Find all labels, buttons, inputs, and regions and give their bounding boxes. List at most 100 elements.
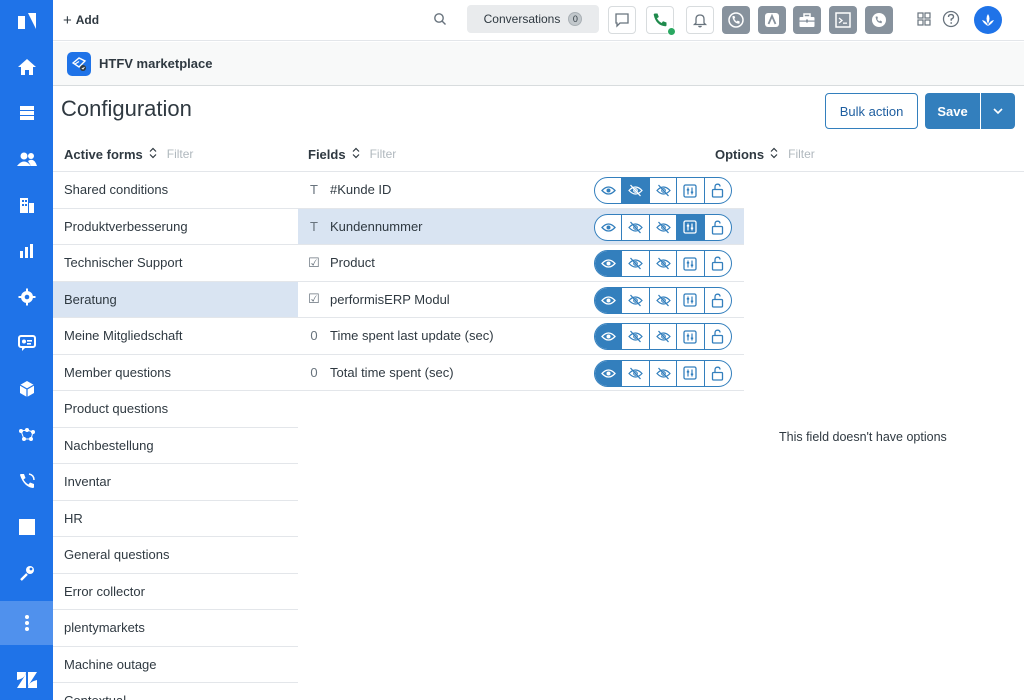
eye-slash-icon[interactable] (622, 287, 650, 313)
form-list-item[interactable]: Member questions (53, 355, 298, 391)
eye-slash-icon[interactable] (622, 324, 650, 349)
zendesk-logo-icon[interactable] (0, 0, 53, 42)
sliders-icon[interactable] (677, 178, 705, 203)
search-icon[interactable] (433, 12, 447, 29)
phone-status-icon[interactable] (646, 6, 676, 36)
field-visibility-toggle-group (594, 359, 732, 387)
options-filter-input[interactable]: Filter (788, 147, 815, 161)
eye-icon[interactable] (595, 287, 623, 313)
talk-phone-icon[interactable] (0, 461, 53, 501)
sliders-icon[interactable] (677, 287, 705, 313)
tools-icon[interactable] (0, 553, 53, 593)
form-list-item[interactable]: Shared conditions (53, 172, 298, 209)
sliders-icon[interactable] (677, 214, 705, 240)
eye-icon[interactable] (595, 178, 623, 203)
eye-slash-icon[interactable] (622, 214, 650, 240)
save-button[interactable]: Save (925, 93, 980, 129)
field-list-item[interactable]: ☑ performisERP Modul (298, 282, 744, 318)
eye-slash-icon[interactable] (650, 324, 678, 349)
form-list-item[interactable]: Inventar (53, 464, 298, 501)
unlock-icon[interactable] (705, 288, 731, 313)
field-name: Total time spent (sec) (330, 364, 454, 380)
form-list-item[interactable]: Machine outage (53, 647, 298, 683)
field-type-icon: T (310, 218, 318, 234)
home-icon[interactable] (0, 47, 53, 87)
square-app-icon[interactable] (0, 507, 53, 547)
form-list-item[interactable]: Nachbestellung (53, 428, 298, 464)
chat-bubble-icon[interactable] (608, 6, 636, 34)
eye-slash-icon[interactable] (650, 214, 678, 240)
form-list-item[interactable]: Produktverbesserung (53, 209, 298, 245)
settings-gear-icon[interactable] (0, 277, 53, 317)
form-list-item[interactable]: Technischer Support (53, 245, 298, 282)
field-list-item[interactable]: 0 Time spent last update (sec) (298, 318, 744, 355)
user-avatar[interactable] (974, 6, 1002, 34)
more-apps-icon[interactable] (0, 601, 53, 645)
eye-slash-icon[interactable] (650, 360, 678, 386)
unlock-icon[interactable] (705, 178, 731, 203)
top-bar: + Add Conversations 0 (53, 0, 1024, 41)
app-header: HTFV marketplace (53, 42, 1024, 86)
unlock-icon[interactable] (705, 324, 731, 349)
forms-filter-input[interactable]: Filter (167, 147, 194, 161)
form-list-item[interactable]: HR (53, 501, 298, 537)
toolbox-app-icon[interactable] (793, 6, 821, 34)
eye-slash-icon[interactable] (650, 178, 678, 203)
field-list-item[interactable]: T #Kunde ID (298, 172, 744, 209)
save-options-chevron-down-icon[interactable] (981, 93, 1015, 129)
conversations-label: Conversations (483, 12, 561, 26)
form-list-item[interactable]: Contextual (53, 683, 298, 700)
options-label: Options (715, 146, 765, 162)
field-visibility-toggle-group (594, 213, 732, 241)
customers-icon[interactable] (0, 139, 53, 179)
field-name: #Kunde ID (330, 182, 392, 198)
sort-chevrons-icon[interactable] (770, 147, 778, 162)
network-icon[interactable] (0, 415, 53, 455)
product-tray-grid-icon[interactable] (916, 11, 932, 30)
views-icon[interactable] (0, 93, 53, 133)
form-list-item[interactable]: plentymarkets (53, 610, 298, 647)
organizations-icon[interactable] (0, 185, 53, 225)
sliders-icon[interactable] (677, 360, 705, 386)
form-list-item[interactable]: Product questions (53, 391, 298, 428)
form-list-item[interactable]: General questions (53, 537, 298, 574)
eye-slash-icon[interactable] (650, 251, 678, 276)
reporting-icon[interactable] (0, 231, 53, 271)
bulk-action-button[interactable]: Bulk action (825, 93, 918, 129)
talk-app-icon[interactable] (722, 6, 750, 34)
whatsapp-app-icon[interactable] (865, 6, 893, 34)
eye-slash-icon[interactable] (622, 178, 650, 203)
form-list-item[interactable]: Error collector (53, 574, 298, 610)
eye-slash-icon[interactable] (622, 360, 650, 386)
eye-slash-icon[interactable] (622, 251, 650, 276)
sell-app-icon[interactable] (758, 6, 786, 34)
contact-card-icon[interactable] (0, 323, 53, 363)
eye-slash-icon[interactable] (650, 287, 678, 313)
field-list-item[interactable]: 0 Total time spent (sec) (298, 355, 744, 391)
unlock-icon[interactable] (705, 251, 731, 276)
field-list-item[interactable]: T Kundennummer (298, 208, 744, 245)
terminal-app-icon[interactable] (829, 6, 857, 34)
unlock-icon[interactable] (705, 215, 731, 240)
unlock-icon[interactable] (705, 361, 731, 386)
field-list-item[interactable]: ☑ Product (298, 245, 744, 282)
form-label: Nachbestellung (64, 437, 154, 453)
form-list-item[interactable]: Meine Mitgliedschaft (53, 318, 298, 355)
form-list-item[interactable]: Beratung (53, 281, 298, 318)
add-button[interactable]: + Add (63, 11, 99, 29)
apps-cube-icon[interactable] (0, 369, 53, 409)
eye-icon[interactable] (595, 251, 623, 276)
notifications-bell-icon[interactable] (686, 6, 714, 34)
sliders-icon[interactable] (677, 251, 705, 276)
sort-chevrons-icon[interactable] (149, 147, 157, 162)
conversations-button[interactable]: Conversations 0 (467, 5, 599, 33)
help-question-icon[interactable] (942, 10, 960, 31)
fields-filter-input[interactable]: Filter (370, 147, 397, 161)
eye-icon[interactable] (595, 324, 623, 349)
eye-icon[interactable] (595, 360, 623, 386)
sliders-icon[interactable] (677, 324, 705, 349)
eye-icon[interactable] (595, 214, 623, 240)
sort-chevrons-icon[interactable] (352, 147, 360, 162)
options-header: Options Filter (715, 145, 815, 163)
field-visibility-toggle-group (594, 250, 732, 277)
